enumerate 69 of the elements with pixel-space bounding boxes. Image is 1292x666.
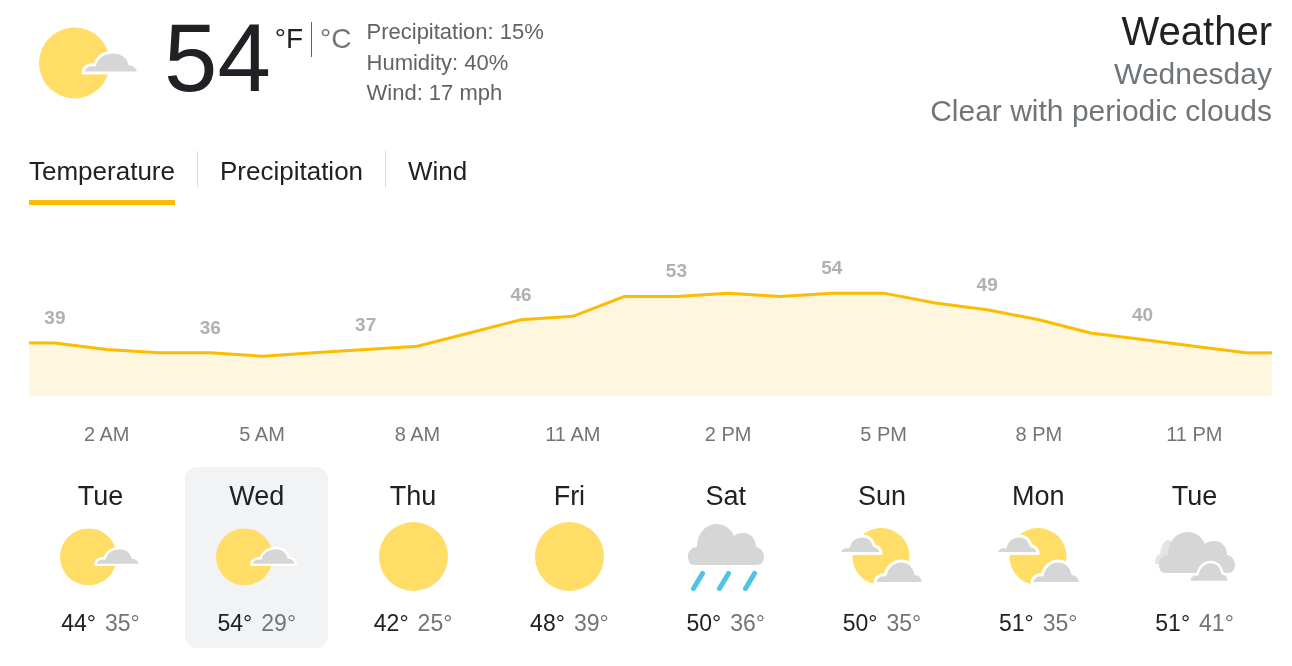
sun-cloud-icon (39, 27, 140, 99)
high-temperature: 50° (686, 608, 722, 637)
sun-cloud-icon (216, 527, 298, 586)
time-label: 2 AM (83, 423, 130, 445)
tab[interactable]: Precipitation (219, 151, 364, 205)
low-temperature: 29° (261, 608, 297, 637)
time-label: 8 AM (394, 423, 441, 445)
picture-chart-edge (1246, 351, 1272, 396)
sun-icon (378, 522, 448, 592)
picture-chart-edge (29, 341, 55, 396)
day-tab[interactable]: Wed 54° 29° (185, 467, 329, 648)
sun-icon (534, 522, 604, 592)
low-temperature: 36° (730, 608, 765, 637)
high-temperature: 54° (217, 608, 253, 637)
day-tab[interactable]: Sun 50° 35° (810, 467, 954, 648)
value-label: 36 (199, 316, 221, 338)
value-label: 40 (1131, 303, 1154, 325)
high-temperature: 44° (61, 608, 96, 637)
day-label: Wednesday (1114, 56, 1272, 92)
day-tab[interactable]: Mon 51° 35° (966, 467, 1110, 648)
low-temperature: 41° (1199, 608, 1234, 637)
day-name: Sun (857, 479, 906, 512)
day-tab[interactable]: Tue 44° 35° (29, 467, 172, 648)
high-temperature: 51° (1155, 608, 1191, 637)
weather-detail: Humidity: 40% (366, 48, 510, 77)
low-temperature: 35° (1042, 608, 1078, 637)
value-label: 37 (355, 313, 377, 335)
day-tab[interactable]: Tue 51° 41° (1123, 467, 1267, 648)
tab[interactable]: Wind (408, 151, 468, 205)
tab[interactable]: Temperature (29, 151, 175, 205)
unit-button[interactable]: °C (320, 22, 352, 56)
high-temperature: 42° (373, 608, 409, 637)
high-temperature: 48° (530, 608, 565, 637)
time-label: 11 PM (1166, 423, 1223, 445)
day-name: Mon (1012, 479, 1065, 512)
value-label: 39 (44, 306, 66, 328)
value-label: 49 (976, 273, 998, 295)
high-temperature: 50° (842, 608, 878, 637)
unit-button[interactable]: °F (274, 22, 304, 56)
sun-cloud-icon (60, 527, 141, 586)
low-temperature: 25° (417, 608, 453, 637)
time-label: 8 PM (1015, 423, 1063, 445)
temperature-value: 54 (164, 10, 271, 106)
clouds-icon (1154, 530, 1235, 584)
day-name: Tue (1171, 479, 1218, 512)
low-temperature: 35° (886, 608, 922, 637)
weather-title: Weather (1121, 8, 1272, 54)
value-label: 53 (665, 260, 687, 282)
high-temperature: 51° (999, 608, 1034, 637)
low-temperature: 35° (105, 608, 140, 637)
day-name: Fri (553, 479, 586, 512)
day-name: Tue (77, 479, 124, 512)
weather-detail: Wind: 17 mph (366, 79, 504, 107)
value-label: 54 (821, 257, 843, 279)
day-tab[interactable]: Sat 50° 36° (654, 467, 798, 648)
low-temperature: 39° (573, 608, 609, 637)
condition-label: Clear with periodic clouds (930, 92, 1272, 129)
day-tab[interactable]: Thu 42° 25° (341, 467, 485, 648)
time-label: 11 AM (545, 423, 601, 445)
rain-cloud-icon (686, 521, 765, 592)
day-name: Sat (705, 479, 746, 512)
value-label: 46 (510, 283, 532, 305)
weather-detail: Precipitation: 15% (366, 18, 544, 46)
time-label: 5 PM (860, 423, 907, 445)
day-name: Thu (389, 479, 437, 512)
day-name: Wed (229, 479, 285, 512)
time-label: 5 AM (239, 423, 285, 445)
time-label: 2 PM (704, 423, 752, 445)
day-tab[interactable]: Fri 48° 39° (497, 467, 641, 648)
